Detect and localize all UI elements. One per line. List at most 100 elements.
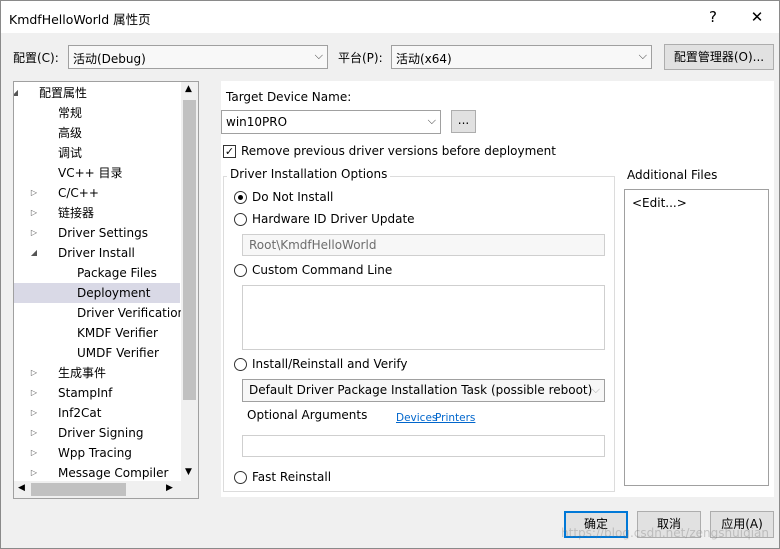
do-not-install-label: Do Not Install bbox=[252, 190, 334, 204]
expand-arrow-icon[interactable]: ▷ bbox=[29, 363, 39, 383]
browse-button[interactable]: ... bbox=[451, 110, 476, 133]
target-device-value: win10PRO bbox=[226, 115, 288, 129]
tree-item[interactable]: ▷ Driver Signing bbox=[14, 423, 180, 443]
tree-item-label: StampInf bbox=[58, 386, 113, 400]
tree-item[interactable]: 常规 bbox=[14, 103, 180, 123]
scroll-down-icon[interactable]: ▼ bbox=[185, 467, 192, 477]
tree-item[interactable]: ▷ Driver Settings bbox=[14, 223, 180, 243]
tree-item[interactable]: ▷ 链接器 bbox=[14, 203, 180, 223]
expand-arrow-icon[interactable]: ▷ bbox=[29, 403, 39, 423]
tree-item-label: 链接器 bbox=[58, 206, 95, 220]
expand-arrow-icon[interactable]: ▷ bbox=[29, 183, 39, 203]
config-value: 活动(Debug) bbox=[73, 52, 146, 66]
tree-item[interactable]: 调试 bbox=[14, 143, 180, 163]
tree-item-label: Inf2Cat bbox=[58, 406, 102, 420]
remove-previous-label: Remove previous driver versions before d… bbox=[241, 144, 556, 158]
optional-args-field[interactable] bbox=[242, 435, 605, 457]
property-pages-window: KmdfHelloWorld 属性页 ? ✕ 配置(C): 活动(Debug) … bbox=[0, 0, 780, 549]
config-label: 配置(C): bbox=[13, 51, 59, 65]
tree-item-label: 配置属性 bbox=[39, 86, 88, 100]
chevron-down-icon: ⌵ bbox=[314, 49, 323, 62]
tree-item[interactable]: Deployment bbox=[14, 283, 180, 303]
tree-item-label: VC++ 目录 bbox=[58, 166, 123, 180]
install-reinstall-radio[interactable] bbox=[234, 358, 247, 371]
chevron-down-icon: ⌵ bbox=[638, 49, 647, 62]
do-not-install-radio[interactable] bbox=[234, 191, 247, 204]
fast-reinstall-radio[interactable] bbox=[234, 471, 247, 484]
printers-link[interactable]: Printers bbox=[435, 412, 475, 424]
additional-files-list[interactable]: <Edit...> bbox=[624, 189, 769, 486]
tree-item[interactable]: ▷ Wpp Tracing bbox=[14, 443, 180, 463]
tree-item-label: 高级 bbox=[58, 126, 83, 140]
chevron-down-icon: ⌵ bbox=[427, 114, 436, 127]
collapse-arrow-icon[interactable]: ◢ bbox=[14, 83, 20, 103]
scroll-up-icon[interactable]: ▲ bbox=[185, 84, 192, 94]
hardware-id-value: Root\KmdfHelloWorld bbox=[249, 238, 377, 252]
tree-item-label: C/C++ bbox=[58, 186, 99, 200]
tree-item[interactable]: UMDF Verifier bbox=[14, 343, 180, 363]
deployment-panel: Target Device Name: win10PRO ⌵ ... ✓ Rem… bbox=[221, 81, 774, 497]
additional-files-edit[interactable]: <Edit...> bbox=[632, 196, 687, 210]
tree-item[interactable]: KMDF Verifier bbox=[14, 323, 180, 343]
config-manager-button[interactable]: 配置管理器(O)... bbox=[664, 44, 774, 70]
tree-item[interactable]: Package Files bbox=[14, 263, 180, 283]
tree-item[interactable]: Driver Verification bbox=[14, 303, 185, 323]
tree-item[interactable]: ▷ 生成事件 bbox=[14, 363, 180, 383]
target-device-dropdown[interactable]: win10PRO ⌵ bbox=[221, 110, 441, 134]
hardware-id-label: Hardware ID Driver Update bbox=[252, 212, 415, 226]
tree-item[interactable]: ◢ 配置属性 bbox=[14, 83, 180, 103]
tree-item-label: KMDF Verifier bbox=[77, 326, 158, 340]
tree-item[interactable]: ▷ StampInf bbox=[14, 383, 180, 403]
optional-args-label: Optional Arguments bbox=[247, 408, 368, 422]
custom-command-textarea[interactable] bbox=[242, 285, 605, 350]
target-device-label: Target Device Name: bbox=[226, 90, 352, 104]
expand-arrow-icon[interactable]: ▷ bbox=[29, 463, 39, 483]
tree-item-label: Wpp Tracing bbox=[58, 446, 132, 460]
tree-item-label: 常规 bbox=[58, 106, 83, 120]
tree-item-label: Message Compiler bbox=[58, 466, 169, 480]
expand-arrow-icon[interactable]: ▷ bbox=[29, 223, 39, 243]
install-task-value: Default Driver Package Installation Task… bbox=[249, 383, 593, 397]
tree-item-label: 生成事件 bbox=[58, 366, 107, 380]
tree-item[interactable]: ▷ Inf2Cat bbox=[14, 403, 180, 423]
title-bar: KmdfHelloWorld 属性页 ? ✕ bbox=[1, 1, 779, 33]
platform-dropdown[interactable]: 活动(x64) ⌵ bbox=[391, 45, 652, 69]
tree-item[interactable]: VC++ 目录 bbox=[14, 163, 180, 183]
tree-item-label: Deployment bbox=[77, 286, 151, 300]
expand-arrow-icon[interactable]: ▷ bbox=[29, 423, 39, 443]
devices-link[interactable]: Devices bbox=[396, 412, 437, 424]
hardware-id-radio[interactable] bbox=[234, 213, 247, 226]
install-reinstall-label: Install/Reinstall and Verify bbox=[252, 357, 408, 371]
horizontal-scrollbar[interactable]: ◀ ▶ bbox=[14, 481, 198, 498]
tree-item-label: Package Files bbox=[77, 266, 157, 280]
platform-value: 活动(x64) bbox=[396, 52, 452, 66]
platform-label: 平台(P): bbox=[338, 51, 383, 65]
hscrollbar-thumb[interactable] bbox=[31, 483, 126, 496]
scroll-left-icon[interactable]: ◀ bbox=[18, 483, 25, 493]
tree-item-label: 调试 bbox=[58, 146, 83, 160]
custom-command-radio[interactable] bbox=[234, 264, 247, 277]
remove-previous-checkbox[interactable]: ✓ bbox=[223, 145, 236, 158]
installation-options-title: Driver Installation Options bbox=[227, 167, 391, 181]
expand-arrow-icon[interactable]: ▷ bbox=[29, 203, 39, 223]
tree-item-label: UMDF Verifier bbox=[77, 346, 159, 360]
config-dropdown[interactable]: 活动(Debug) ⌵ bbox=[68, 45, 328, 69]
expand-arrow-icon[interactable]: ▷ bbox=[29, 443, 39, 463]
scroll-right-icon[interactable]: ▶ bbox=[166, 483, 173, 493]
tree-item[interactable]: ◢ Driver Install bbox=[14, 243, 180, 263]
vertical-scrollbar[interactable]: ▲ ▼ bbox=[181, 82, 198, 482]
close-button[interactable]: ✕ bbox=[735, 1, 779, 33]
help-button[interactable]: ? bbox=[691, 1, 735, 33]
additional-files-title: Additional Files bbox=[627, 168, 718, 182]
chevron-down-icon: ⌵ bbox=[591, 383, 600, 396]
scrollbar-thumb[interactable] bbox=[183, 100, 196, 400]
expand-arrow-icon[interactable]: ▷ bbox=[29, 383, 39, 403]
tree-item-label: Driver Verification bbox=[77, 306, 186, 320]
tree-item[interactable]: ▷ Message Compiler bbox=[14, 463, 180, 483]
tree-item[interactable]: ▷ C/C++ bbox=[14, 183, 180, 203]
install-task-dropdown[interactable]: Default Driver Package Installation Task… bbox=[242, 379, 605, 402]
hardware-id-field[interactable]: Root\KmdfHelloWorld bbox=[242, 234, 605, 256]
fast-reinstall-label: Fast Reinstall bbox=[252, 470, 332, 484]
collapse-arrow-icon[interactable]: ◢ bbox=[29, 243, 39, 263]
tree-item[interactable]: 高级 bbox=[14, 123, 180, 143]
